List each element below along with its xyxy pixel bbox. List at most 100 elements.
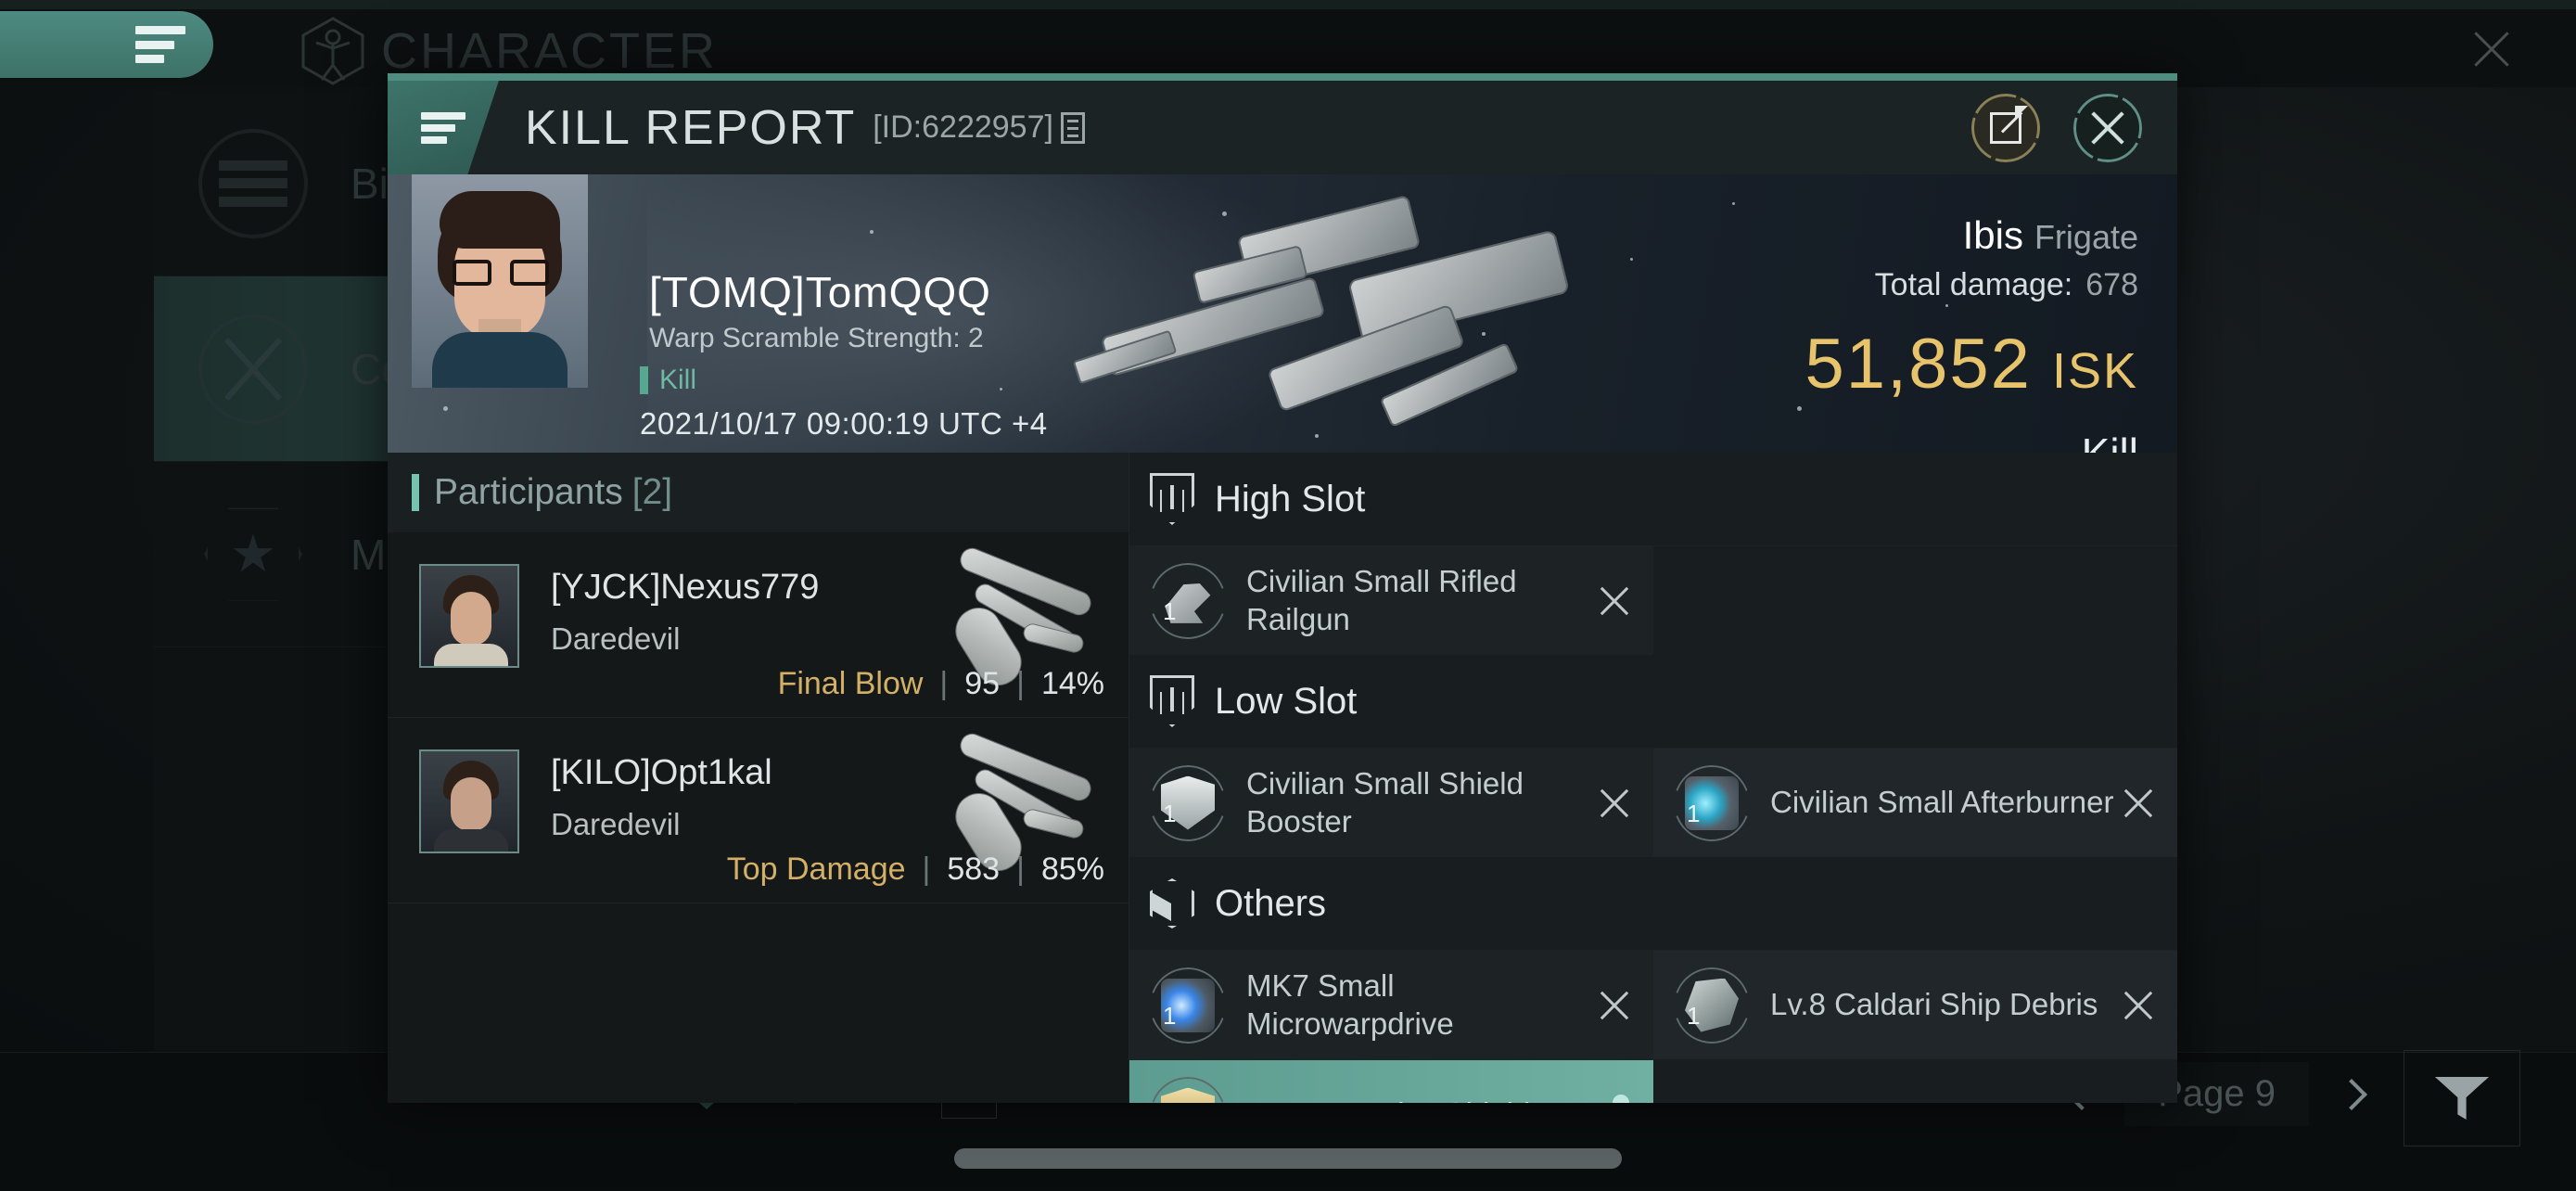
module-icon: 1 bbox=[1674, 967, 1750, 1044]
participants-header: Participants [2] bbox=[388, 453, 1129, 532]
section-title: High Slot bbox=[1215, 478, 1366, 519]
crossed-swords-icon bbox=[198, 314, 308, 424]
character-icon bbox=[301, 17, 364, 85]
section-header-high-slot: High Slot bbox=[1129, 453, 2177, 545]
ship-class: Frigate bbox=[2034, 218, 2138, 256]
module-icon: 1 bbox=[1150, 1076, 1226, 1103]
avatar bbox=[419, 564, 519, 668]
module-name: MK7 Reactive Shield bbox=[1246, 1095, 1609, 1103]
participant-damage: 95 bbox=[964, 666, 1001, 701]
module-quantity: 1 bbox=[1163, 1001, 1177, 1030]
total-damage-label: Total damage: bbox=[1874, 267, 2073, 302]
module-grid-others: 1 MK7 Small Microwarpdrive 1 Lv.8 Caldar… bbox=[1129, 950, 2177, 1103]
app-root: CHARACTER Bio Combat ★ Medals 35,978.80 … bbox=[0, 0, 2576, 1191]
close-button[interactable] bbox=[2073, 93, 2142, 162]
dialog-title: KILL REPORT bbox=[525, 100, 857, 155]
kill-tag-label: Kill bbox=[659, 365, 697, 395]
background-close-icon[interactable] bbox=[2463, 20, 2520, 78]
module-icon: 1 bbox=[1674, 764, 1750, 841]
dialog-accent-line bbox=[388, 73, 2177, 81]
isk-value: 51,852 bbox=[1804, 325, 2032, 403]
participant-percent: 14% bbox=[1040, 666, 1104, 701]
section-title: Others bbox=[1215, 882, 1327, 924]
module-grid-low-slot: 1 Civilian Small Shield Booster 1 Civili… bbox=[1129, 748, 2177, 857]
kill-result: Kill bbox=[1805, 429, 2138, 453]
participant-stat-label: Top Damage bbox=[726, 852, 906, 887]
module-quantity: 1 bbox=[1163, 596, 1177, 625]
slot-shield-icon bbox=[1150, 473, 1194, 525]
module-quantity: 1 bbox=[1163, 799, 1177, 827]
list-item[interactable]: 1 Civilian Small Shield Booster bbox=[1129, 748, 1653, 857]
dialog-header-actions bbox=[1971, 93, 2142, 162]
share-button[interactable] bbox=[1971, 93, 2040, 162]
home-indicator bbox=[954, 1148, 1622, 1169]
participant-ship: Daredevil bbox=[551, 621, 681, 656]
table-row[interactable]: [KILO]Opt1kal Daredevil Top Damage | 583… bbox=[388, 718, 1129, 903]
victim-ship-summary: Ibis Frigate Total damage: 678 51,852 ISK K… bbox=[1805, 213, 2139, 453]
close-icon[interactable] bbox=[1596, 785, 1633, 822]
background-menu-button[interactable] bbox=[0, 11, 213, 78]
module-name: Civilian Small Afterburner bbox=[1770, 785, 2114, 820]
participant-stat-label: Final Blow bbox=[777, 666, 924, 701]
list-item[interactable]: 1 Civilian Small Afterburner bbox=[1653, 748, 2177, 857]
close-icon[interactable] bbox=[2120, 785, 2157, 822]
close-icon[interactable] bbox=[1596, 987, 1633, 1024]
table-row[interactable]: [YJCK]Nexus779 Daredevil Final Blow | 95… bbox=[388, 532, 1129, 718]
funnel-icon bbox=[2435, 1077, 2489, 1120]
participant-ship: Daredevil bbox=[551, 807, 681, 841]
kill-report-dialog: KILL REPORT [ID:6222957] [TOMQ]TomQQQ Wa… bbox=[388, 73, 2177, 1103]
dialog-header: KILL REPORT [ID:6222957] bbox=[388, 81, 2177, 174]
module-name: Lv.8 Caldari Ship Debris bbox=[1770, 987, 2098, 1022]
participant-stats: Top Damage | 583 | 85% bbox=[726, 852, 1104, 887]
avatar bbox=[419, 749, 519, 853]
module-icon: 1 bbox=[1150, 764, 1226, 841]
empty-cell bbox=[1653, 545, 2177, 655]
participants-pane: Participants [2] [YJCK]Nexus779 Daredevi… bbox=[388, 453, 1129, 1103]
module-quantity: 1 bbox=[1687, 1001, 1701, 1030]
star-hex-icon: ★ bbox=[198, 500, 308, 609]
module-name: MK7 Small Microwarpdrive bbox=[1246, 968, 1454, 1041]
section-header-low-slot: Low Slot bbox=[1129, 655, 2177, 748]
module-grid-high-slot: 1 Civilian Small Rifled Railgun bbox=[1129, 545, 2177, 655]
participant-name: [YJCK]Nexus779 bbox=[551, 568, 820, 607]
warp-scramble-strength: Warp Scramble Strength: 2 bbox=[649, 323, 984, 353]
kill-timestamp: 2021/10/17 09:00:19 UTC +4 bbox=[640, 406, 1048, 441]
filter-button[interactable] bbox=[2404, 1050, 2520, 1146]
victim-banner: [TOMQ]TomQQQ Warp Scramble Strength: 2 K… bbox=[388, 174, 2177, 453]
list-item[interactable]: 1 MK7 Small Microwarpdrive bbox=[1129, 950, 1653, 1059]
chevron-right-icon[interactable] bbox=[2336, 1078, 2367, 1110]
copy-icon[interactable] bbox=[1060, 111, 1085, 144]
participants-count: [2] bbox=[631, 472, 673, 512]
page-title: CHARACTER bbox=[381, 23, 719, 79]
isk-unit: ISK bbox=[2051, 343, 2138, 399]
kill-tag: Kill bbox=[640, 365, 696, 396]
victim-name: [TOMQ]TomQQQ bbox=[649, 268, 991, 316]
share-external-icon bbox=[1990, 105, 2028, 144]
victim-avatar[interactable] bbox=[412, 174, 588, 388]
list-item[interactable]: 1 Lv.8 Caldari Ship Debris bbox=[1653, 950, 2177, 1059]
kill-report-id: [ID:6222957] bbox=[873, 109, 1053, 145]
close-icon bbox=[2086, 107, 2129, 149]
fitting-pane: High Slot 1 Civilian Small Rifled Railgu… bbox=[1129, 453, 2177, 1103]
cube-icon bbox=[1150, 878, 1194, 928]
participant-percent: 85% bbox=[1040, 852, 1104, 887]
section-header-others: Others bbox=[1129, 857, 2177, 950]
participant-name: [KILO]Opt1kal bbox=[551, 753, 772, 792]
participant-stats: Final Blow | 95 | 14% bbox=[777, 666, 1104, 701]
lines-circle-icon bbox=[198, 128, 308, 238]
hamburger-icon bbox=[135, 26, 185, 63]
slot-shield-icon bbox=[1150, 675, 1194, 727]
close-icon[interactable] bbox=[2120, 987, 2157, 1024]
participant-damage: 583 bbox=[947, 852, 1001, 887]
list-item-selected[interactable]: 1 MK7 Reactive Shield bbox=[1129, 1059, 1653, 1103]
participants-title: Participants bbox=[434, 472, 623, 512]
section-title: Low Slot bbox=[1215, 680, 1358, 722]
list-item[interactable]: 1 Civilian Small Rifled Railgun bbox=[1129, 545, 1653, 655]
close-icon[interactable] bbox=[1596, 583, 1633, 620]
person-icon[interactable] bbox=[1609, 1095, 1633, 1104]
hamburger-icon bbox=[421, 111, 465, 144]
dialog-menu-button[interactable] bbox=[388, 81, 499, 174]
destroyed-ship-art bbox=[1072, 194, 1686, 447]
module-quantity: 1 bbox=[1687, 799, 1701, 827]
module-icon: 1 bbox=[1150, 967, 1226, 1044]
